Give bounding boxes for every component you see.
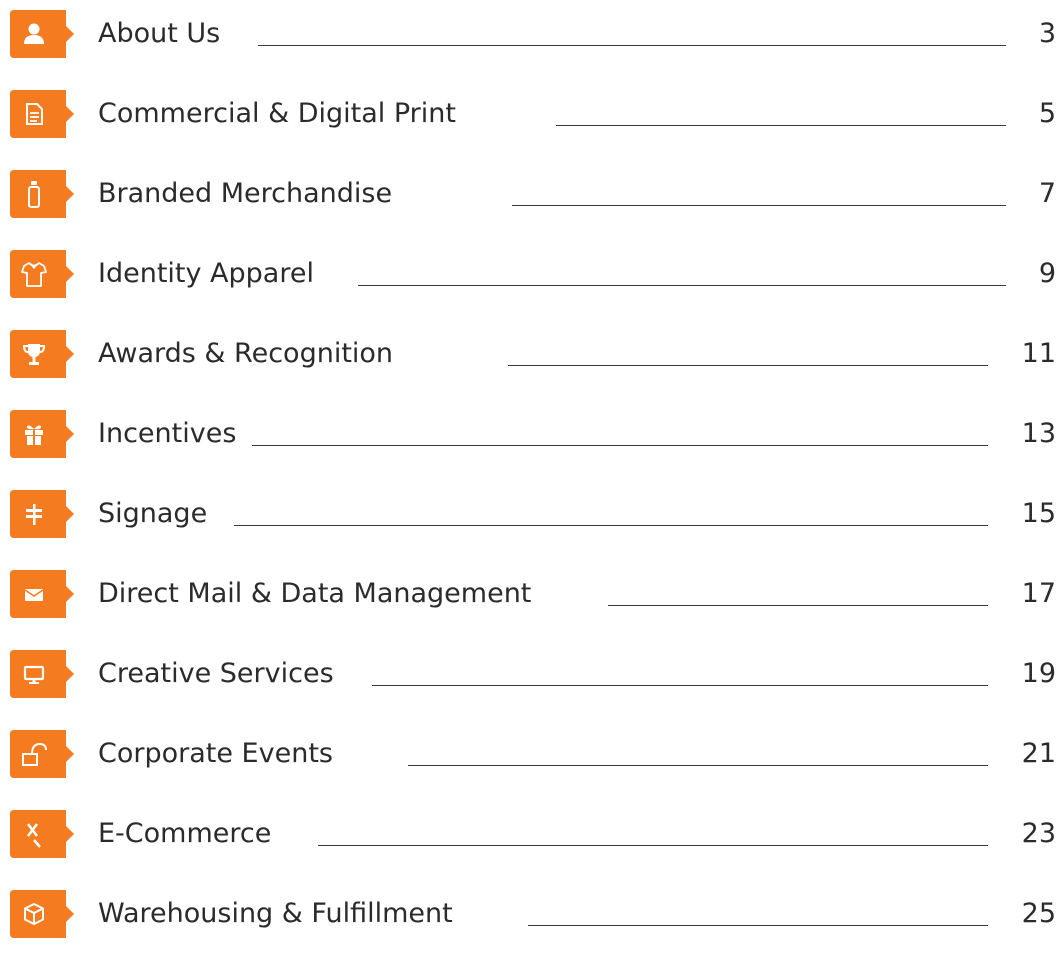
toc-entry-signage[interactable]: Signage 15 (0, 490, 1064, 538)
toc-title: Creative Services (98, 658, 334, 689)
leader-line (318, 845, 988, 846)
toc-badge (10, 170, 74, 218)
toc-badge (10, 810, 74, 858)
leader-line (528, 925, 988, 926)
toc-badge (10, 650, 74, 698)
toc-title: Corporate Events (98, 738, 333, 769)
leader-line (512, 205, 1006, 206)
leader-line (408, 765, 988, 766)
toc-entry-awards-recognition[interactable]: Awards & Recognition 11 (0, 330, 1064, 378)
water-bottle-icon (28, 181, 40, 208)
toc-entry-direct-mail-data-management[interactable]: Direct Mail & Data Management 17 (0, 570, 1064, 618)
toc-badge (10, 890, 74, 938)
toc-badge (10, 490, 74, 538)
toc-title: Signage (98, 498, 208, 529)
leader-line (358, 285, 1006, 286)
trophy-icon (22, 344, 46, 365)
toc-badge (10, 410, 74, 458)
toc-page-number: 13 (1021, 418, 1056, 449)
toc-title: E-Commerce (98, 818, 272, 849)
toc-title: Direct Mail & Data Management (98, 578, 532, 609)
toc-page-number: 23 (1021, 818, 1056, 849)
event-banner-icon (22, 742, 47, 766)
cursor-click-icon (27, 823, 41, 848)
toc-page-number: 3 (1038, 18, 1056, 49)
toc-entry-identity-apparel[interactable]: Identity Apparel 9 (0, 250, 1064, 298)
package-icon (24, 903, 44, 925)
toc-page-number: 15 (1021, 498, 1056, 529)
toc-badge (10, 330, 74, 378)
leader-line (258, 45, 1006, 46)
toc-entry-commercial-digital-print[interactable]: Commercial & Digital Print 5 (0, 90, 1064, 138)
leader-line (508, 365, 988, 366)
leader-line (372, 685, 988, 686)
toc-page-number: 19 (1021, 658, 1056, 689)
toc-page-number: 5 (1038, 98, 1056, 129)
envelope-icon (24, 589, 44, 601)
document-icon (26, 103, 43, 125)
toc-entry-e-commerce[interactable]: E-Commerce 23 (0, 810, 1064, 858)
toc-title: Commercial & Digital Print (98, 98, 456, 129)
leader-line (252, 445, 988, 446)
toc-title: Identity Apparel (98, 258, 314, 289)
leader-line (608, 605, 988, 606)
toc-entry-corporate-events[interactable]: Corporate Events 21 (0, 730, 1064, 778)
toc-entry-incentives[interactable]: Incentives 13 (0, 410, 1064, 458)
monitor-icon (23, 665, 45, 684)
toc-page-number: 9 (1038, 258, 1056, 289)
toc-badge (10, 90, 74, 138)
leader-line (556, 125, 1006, 126)
toc-title: About Us (98, 18, 221, 49)
toc-badge (10, 730, 74, 778)
toc-badge (10, 10, 74, 58)
toc-title: Awards & Recognition (98, 338, 394, 369)
toc-page-number: 11 (1021, 338, 1056, 369)
toc-page-number: 7 (1038, 178, 1056, 209)
gift-icon (25, 425, 43, 445)
toc-entry-creative-services[interactable]: Creative Services 19 (0, 650, 1064, 698)
toc-entry-about-us[interactable]: About Us 3 (0, 10, 1064, 58)
toc-title: Branded Merchandise (98, 178, 393, 209)
toc-page-number: 21 (1021, 738, 1056, 769)
toc-page-number: 17 (1021, 578, 1056, 609)
toc-page-number: 25 (1021, 898, 1056, 929)
shirt-icon (21, 262, 47, 287)
toc-badge (10, 570, 74, 618)
signpost-icon (26, 504, 42, 525)
leader-line (234, 525, 988, 526)
toc-entry-branded-merchandise[interactable]: Branded Merchandise 7 (0, 170, 1064, 218)
table-of-contents: About Us 3 Commercial & Digital Print 5 (0, 0, 1064, 964)
toc-entry-warehousing-fulfillment[interactable]: Warehousing & Fulfillment 25 (0, 890, 1064, 938)
toc-title: Warehousing & Fulfillment (98, 898, 453, 929)
toc-title: Incentives (98, 418, 237, 449)
toc-badge (10, 250, 74, 298)
user-icon (24, 23, 44, 44)
